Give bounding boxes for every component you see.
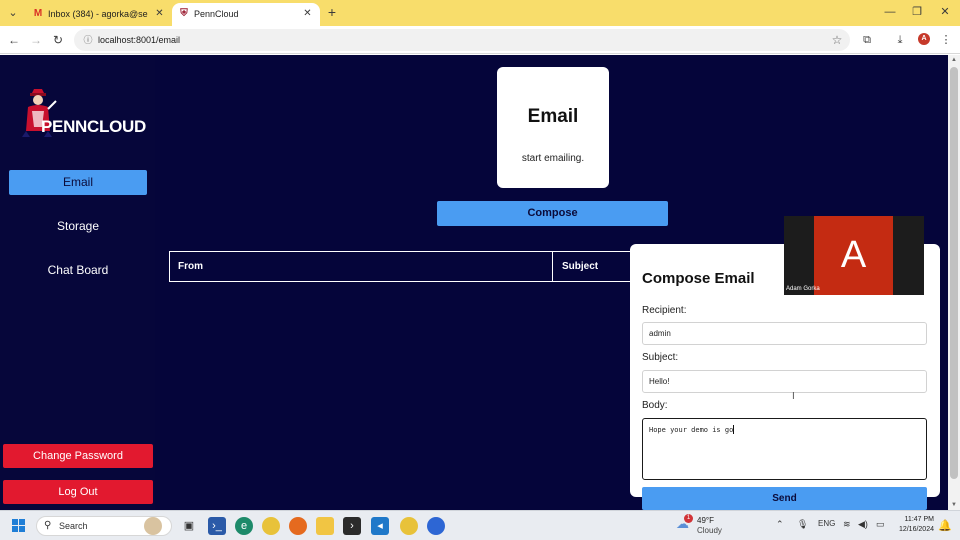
minimize-icon[interactable]: — [882, 4, 898, 20]
logo-text: PENNCLOUD [41, 117, 146, 136]
zoom-icon[interactable] [427, 517, 445, 535]
address-bar[interactable]: ⓘ localhost:8001/email ☆ [74, 29, 850, 51]
terminal-icon[interactable]: ›_ [208, 517, 226, 535]
sidebar-item-storage[interactable]: Storage [9, 214, 147, 239]
scroll-up-icon[interactable]: ▲ [948, 55, 960, 65]
email-header-card: Email start emailing. [497, 67, 609, 188]
task-view-icon[interactable]: ▣ [180, 517, 198, 535]
file-explorer-icon[interactable] [316, 517, 334, 535]
sidebar-item-email[interactable]: Email [9, 170, 147, 195]
close-icon[interactable]: ✕ [153, 7, 166, 20]
scrollbar-thumb[interactable] [950, 67, 958, 479]
url-text: localhost:8001/email [98, 35, 181, 45]
column-header-from[interactable]: From [170, 252, 553, 281]
gmail-icon: M [33, 8, 43, 19]
weather-description: Cloudy [697, 526, 722, 535]
reload-icon[interactable]: ↻ [49, 31, 67, 49]
new-tab-icon[interactable]: + [324, 4, 340, 20]
search-label: Search [59, 521, 88, 531]
penn-icon: ⛨ [180, 8, 188, 19]
body-label: Body: [642, 400, 668, 411]
chevron-up-icon[interactable]: ⌃ [776, 519, 784, 530]
subject-label: Subject: [642, 352, 679, 363]
mouse-ibeam-cursor-icon: I [792, 391, 795, 402]
battery-icon[interactable]: ▭ [876, 519, 885, 530]
volume-icon[interactable]: ◀) [858, 519, 868, 530]
browser-toolbar: ← → ↻ ⓘ localhost:8001/email ☆ ⧉ ⤓ ⋮ [0, 26, 960, 54]
back-icon[interactable]: ← [5, 31, 23, 49]
sidebar: PENNCLOUD Email Storage Chat Board Chang… [0, 55, 155, 510]
subject-input[interactable]: Hello! [642, 370, 927, 393]
downloads-icon[interactable]: ⤓ [891, 31, 909, 49]
inbox-table: From Subject [169, 251, 639, 282]
text-caret [733, 425, 735, 434]
menu-dots-icon[interactable]: ⋮ [937, 31, 955, 49]
tab-gmail[interactable]: M Inbox (384) - agorka@seas.upenn.edu ✕ [26, 3, 172, 26]
close-icon[interactable]: ✕ [301, 7, 314, 20]
windows-taskbar: ⚲ Search ▣ ›_ e › ◂ ☁ 1 49°F Cloudy ⌃ 🎙 … [0, 510, 960, 540]
site-info-icon[interactable]: ⓘ [82, 34, 94, 46]
edge-icon[interactable]: e [235, 517, 253, 535]
recipient-input[interactable]: admin [642, 322, 927, 345]
penncloud-logo: PENNCLOUD [18, 87, 146, 139]
language-indicator[interactable]: ENG [818, 519, 835, 528]
bookmark-star-icon[interactable]: ☆ [830, 33, 844, 47]
body-textarea[interactable]: Hope your demo is go [642, 418, 927, 480]
send-button[interactable]: Send [642, 487, 927, 510]
vscode-icon[interactable]: ◂ [371, 517, 389, 535]
scroll-down-icon[interactable]: ▼ [948, 500, 960, 510]
participant-avatar: A [814, 216, 893, 295]
clock-date[interactable]: 12/16/2024 [894, 526, 934, 533]
notification-bell-icon[interactable]: 🔔 [938, 519, 952, 532]
search-icon: ⚲ [44, 520, 52, 531]
clock-time[interactable]: 11:47 PM [898, 516, 934, 523]
wifi-icon[interactable]: ≋ [843, 519, 851, 530]
video-call-tile[interactable]: A Adam Gorka [784, 216, 924, 295]
tab-title: PennCloud [194, 9, 239, 19]
tab-title: Inbox (384) - agorka@seas.upenn.edu [48, 9, 148, 19]
microphone-icon[interactable]: 🎙 [797, 519, 808, 530]
windows-start-icon[interactable] [12, 519, 26, 533]
widgets-icon[interactable] [144, 517, 162, 535]
tab-penncloud[interactable]: ⛨ PennCloud ✕ [172, 3, 320, 26]
chrome-active-icon[interactable] [400, 517, 418, 535]
profile-avatar[interactable]: A [918, 33, 930, 45]
firefox-icon[interactable] [289, 517, 307, 535]
restore-icon[interactable]: ❐ [909, 4, 925, 20]
weather-alert-badge: 1 [684, 514, 693, 523]
modal-title: Compose Email [642, 270, 755, 287]
extensions-icon[interactable]: ⧉ [858, 31, 876, 49]
tab-search-chevron-icon[interactable]: ⌄ [4, 4, 22, 22]
forward-icon[interactable]: → [27, 31, 45, 49]
page-scrollbar[interactable]: ▲ ▼ [948, 55, 960, 510]
page-title: Email [527, 106, 579, 127]
recipient-label: Recipient: [642, 305, 687, 316]
browser-tab-strip: ⌄ M Inbox (384) - agorka@seas.upenn.edu … [0, 0, 960, 26]
change-password-button[interactable]: Change Password [3, 444, 153, 468]
weather-temp: 49°F [697, 516, 714, 525]
participant-name: Adam Gorka [786, 286, 820, 292]
logout-button[interactable]: Log Out [3, 480, 153, 504]
chrome-icon[interactable] [262, 517, 280, 535]
sidebar-item-chat-board[interactable]: Chat Board [9, 258, 147, 283]
page-subtitle: start emailing. [521, 153, 585, 164]
body-text: Hope your demo is go [649, 426, 734, 434]
compose-button[interactable]: Compose [437, 201, 668, 226]
command-prompt-icon[interactable]: › [343, 517, 361, 535]
close-window-icon[interactable]: ✕ [937, 4, 953, 20]
